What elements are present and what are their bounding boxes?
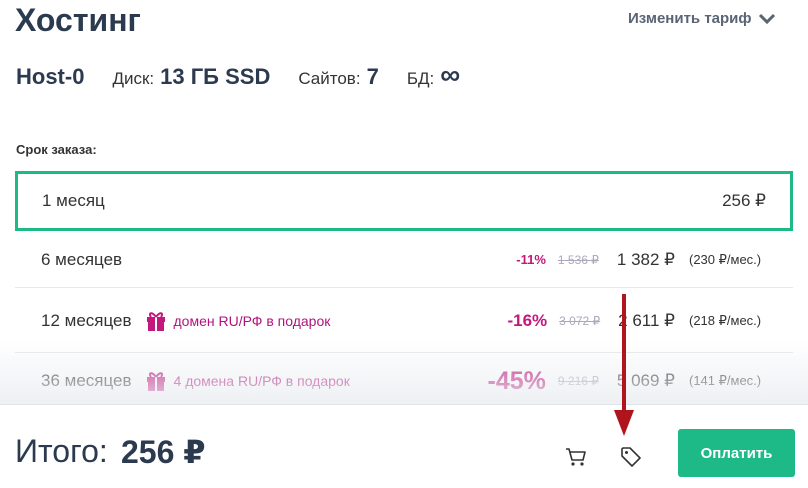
- discount-badge: -11%: [516, 252, 546, 267]
- old-price: 3 072 ₽: [559, 313, 601, 328]
- cart-icon[interactable]: [565, 446, 587, 468]
- discount-badge: -16%: [507, 310, 548, 330]
- total-label: Итого:: [15, 433, 108, 469]
- plan-specs: Host-0 Диск: 13 ГБ SSD Сайтов: 7 БД: ∞: [16, 59, 488, 90]
- option-price: 2 611 ₽: [618, 310, 675, 330]
- gift-offer: домен RU/РФ в подарок: [146, 310, 331, 332]
- option-name: 6 месяцев: [41, 249, 123, 269]
- gift-text: 4 домена RU/РФ в подарок: [173, 373, 350, 389]
- period-option-6-months[interactable]: 6 месяцев -11% 1 536 ₽ 1 382 ₽ (230 ₽/ме…: [15, 232, 793, 288]
- checkout-footer: Итого: 256 ₽ Оплатить: [0, 404, 808, 488]
- period-label: Срок заказа:: [16, 142, 97, 157]
- period-option-1-month[interactable]: 1 месяц 256 ₽: [15, 171, 793, 231]
- old-price: 1 536 ₽: [557, 252, 599, 267]
- gift-text: домен RU/РФ в подарок: [173, 312, 331, 329]
- period-option-36-months[interactable]: 36 месяцев 4 домена RU/РФ в подарок -45%…: [15, 354, 793, 408]
- option-name: 36 месяцев: [41, 371, 132, 390]
- plan-name: Host-0: [16, 64, 85, 89]
- sites-label: Сайтов:: [298, 69, 361, 88]
- period-option-12-months[interactable]: 12 месяцев домен RU/РФ в подарок -16% 3 …: [15, 289, 793, 353]
- change-tariff-label: Изменить тариф: [628, 10, 752, 27]
- option-price: 1 382 ₽: [616, 249, 675, 269]
- page-title: Хостинг: [15, 2, 141, 38]
- per-month-price: (230 ₽/мес.): [689, 251, 762, 267]
- option-price: 5 069 ₽: [616, 371, 675, 390]
- per-month-price: (141 ₽/мес.): [689, 373, 762, 388]
- total-value: 256 ₽: [121, 434, 206, 470]
- pay-button[interactable]: Оплатить: [678, 429, 795, 477]
- gift-icon: [146, 372, 165, 391]
- tag-icon[interactable]: [620, 446, 642, 468]
- option-price: 256 ₽: [722, 191, 766, 210]
- old-price: 9 216 ₽: [557, 374, 599, 388]
- gift-icon: [146, 311, 165, 331]
- disk-label: Диск:: [112, 69, 155, 88]
- discount-badge: -45%: [487, 366, 546, 395]
- option-name: 1 месяц: [42, 191, 105, 210]
- disk-value: 13 ГБ SSD: [160, 64, 271, 89]
- change-tariff-button[interactable]: Изменить тариф: [628, 10, 776, 27]
- gift-offer: 4 домена RU/РФ в подарок: [146, 370, 350, 392]
- per-month-price: (218 ₽/мес.): [689, 312, 762, 328]
- db-label: БД:: [406, 69, 435, 88]
- option-name: 12 месяцев: [41, 310, 132, 330]
- db-value: ∞: [440, 59, 461, 90]
- chevron-down-icon: [758, 13, 775, 24]
- sites-value: 7: [366, 64, 379, 89]
